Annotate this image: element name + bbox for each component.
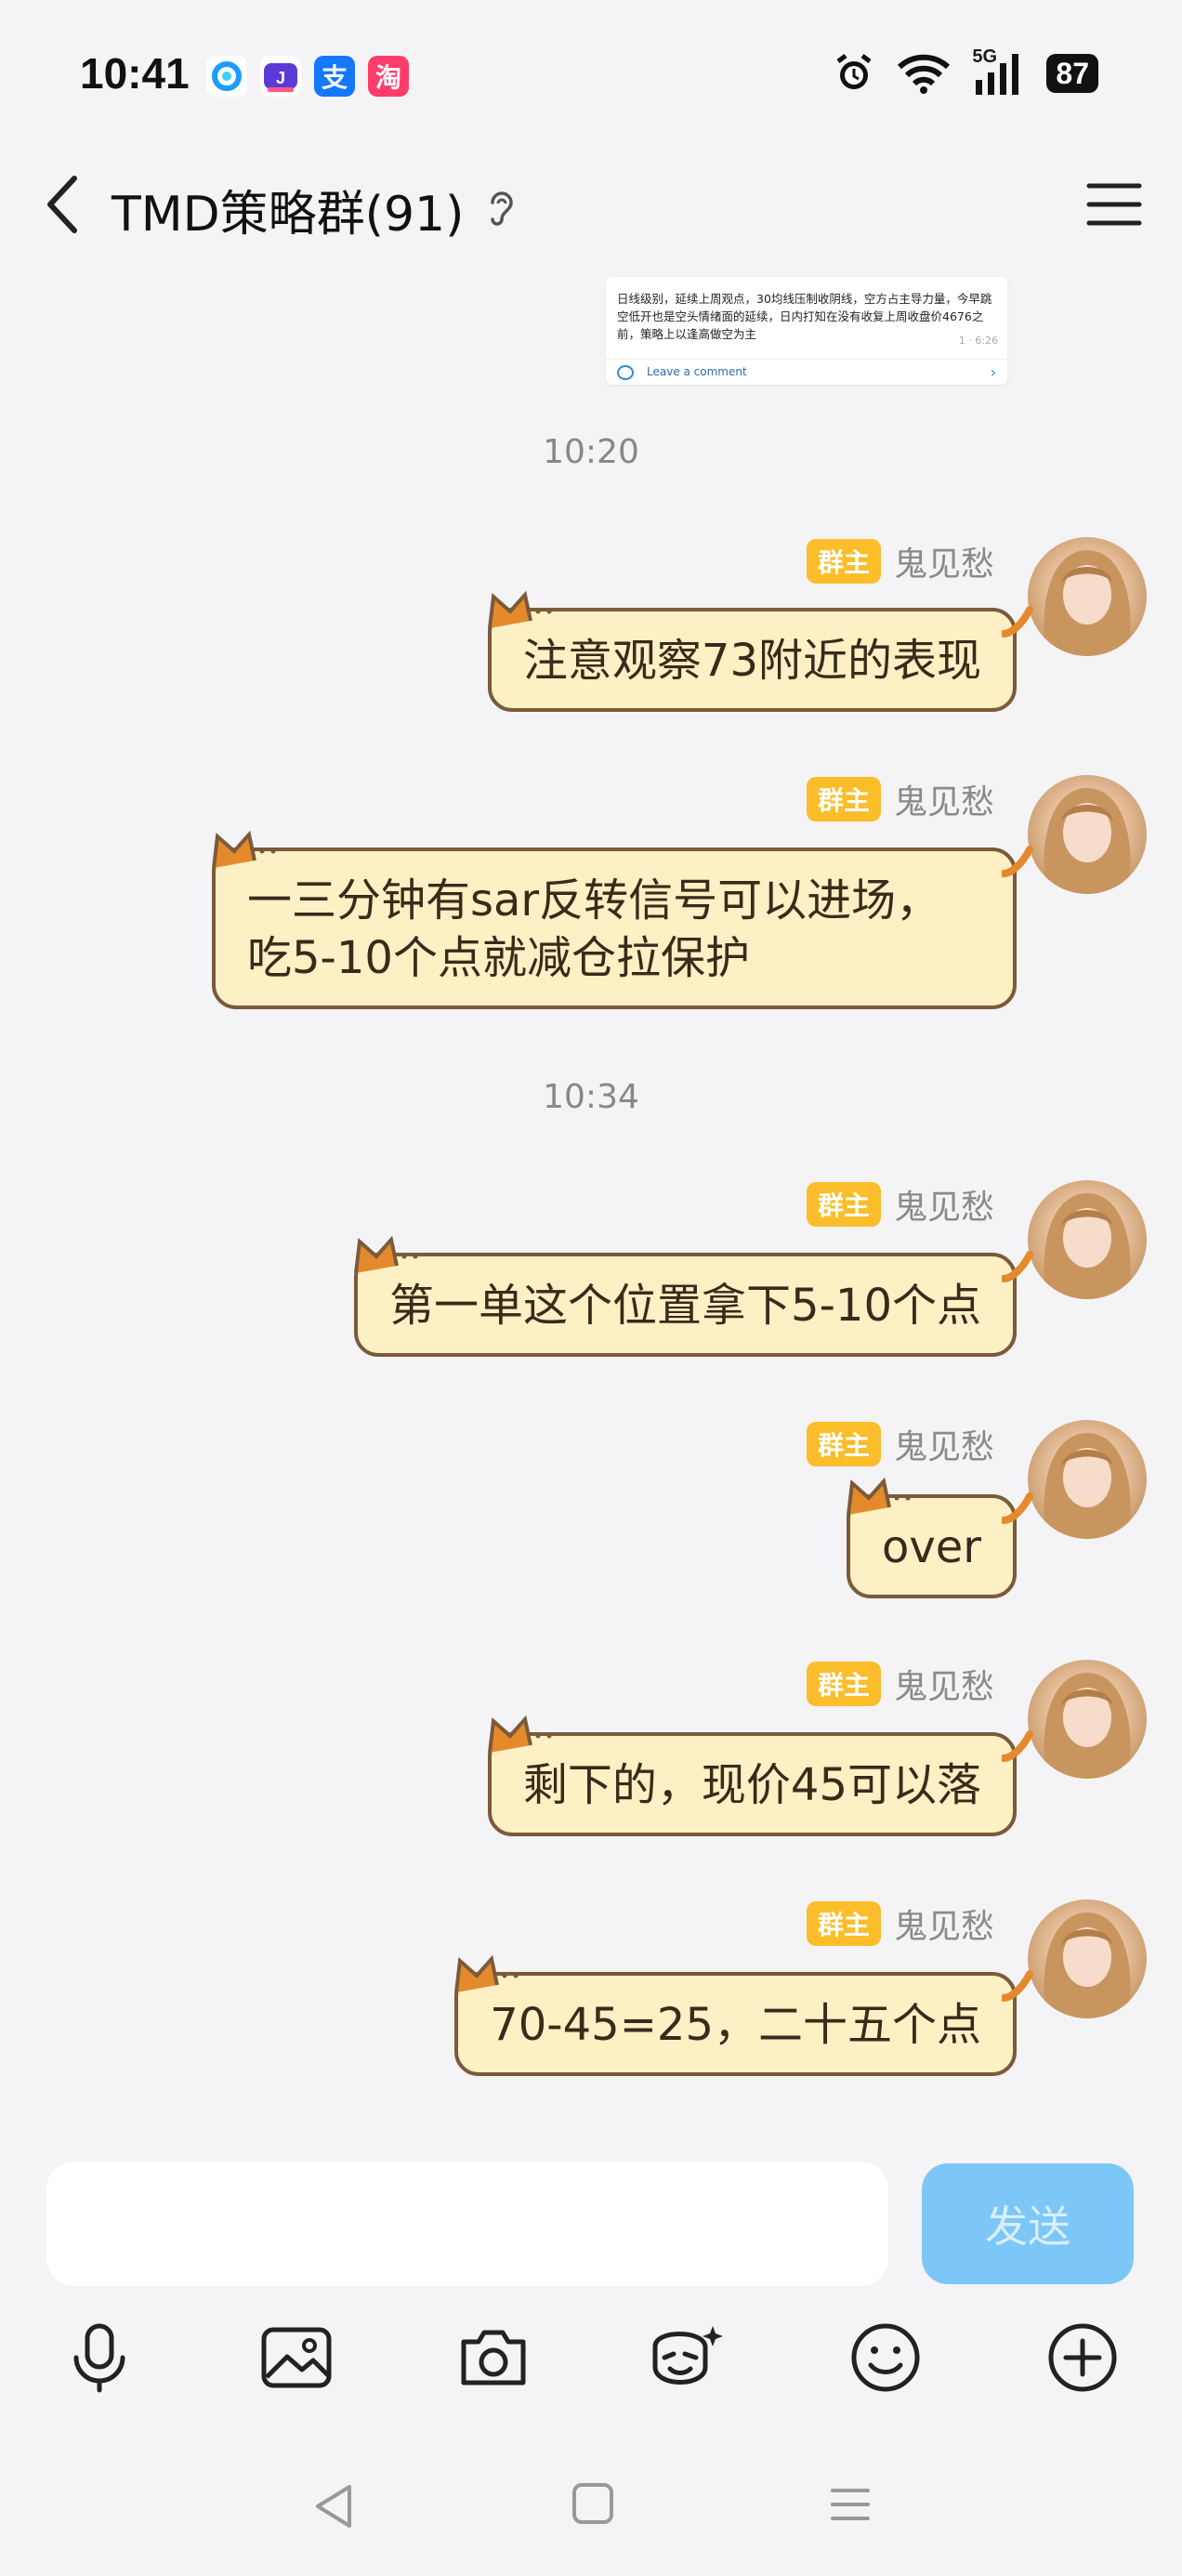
chat-title[interactable]: TMD策略群(91): [112, 175, 464, 244]
message-bubble[interactable]: 一三分钟有sar反转信号可以进场，吃5-10个点就减仓拉保护: [212, 830, 1033, 1009]
avatar[interactable]: [1028, 1899, 1147, 2018]
microphone-icon[interactable]: [58, 2316, 141, 2399]
chevron-right-icon: ›: [990, 363, 996, 381]
back-button[interactable]: [35, 167, 91, 242]
comment-icon: [617, 365, 634, 380]
sender-info: 群主 鬼见愁: [806, 537, 994, 585]
cat-ears-icon: [212, 830, 276, 869]
message-bubble[interactable]: over: [846, 1477, 1033, 1598]
ear-icon[interactable]: [483, 184, 520, 230]
sender-info: 群主 鬼见愁: [806, 1420, 994, 1468]
image-icon[interactable]: [255, 2316, 338, 2399]
app-icon: J: [260, 56, 301, 97]
network-type: 5G: [972, 46, 998, 67]
status-bar: 10:41 J 支 淘 5G 87: [0, 0, 1182, 139]
status-indicators: 5G 87: [833, 46, 1098, 97]
message-text: over: [881, 1521, 981, 1573]
timestamp: 10:34: [543, 1078, 639, 1116]
status-time: 10:41: [80, 49, 190, 98]
message-bubble[interactable]: 70-45=25，二十五个点: [454, 1954, 1033, 2076]
cat-ears-icon: [846, 1477, 911, 1516]
chat-header: TMD策略群(91): [0, 149, 1182, 260]
sender-name[interactable]: 鬼见愁: [894, 1899, 994, 1948]
signal-indicator: 5G: [972, 46, 1026, 97]
leave-comment-link[interactable]: Leave a comment ›: [606, 359, 1007, 385]
system-navigation-bar: [0, 2453, 1182, 2556]
emoji-icon[interactable]: [844, 2316, 927, 2399]
sender-info: 群主 鬼见愁: [806, 1660, 994, 1708]
more-menu-button[interactable]: [1084, 177, 1145, 232]
nav-home-icon[interactable]: [571, 2481, 615, 2526]
role-badge: 群主: [806, 1422, 881, 1466]
message-input[interactable]: [46, 2162, 888, 2286]
timestamp: 10:20: [543, 433, 639, 471]
camera-icon[interactable]: [452, 2316, 535, 2399]
taobao-icon: 淘: [368, 56, 409, 97]
plus-icon[interactable]: [1041, 2316, 1124, 2399]
message-text: 注意观察73附近的表现: [522, 635, 981, 687]
message-text: 剩下的，现价45可以落: [522, 1759, 981, 1811]
sender-name[interactable]: 鬼见愁: [894, 1180, 994, 1229]
avatar[interactable]: [1028, 1180, 1147, 1299]
cat-ears-icon: [454, 1954, 519, 1993]
role-badge: 群主: [806, 1901, 881, 1946]
card-body-text: 日线级别，延续上周观点，30均线压制收阴线，空方占主导力量，今早跳空低开也是空头…: [617, 292, 992, 341]
leave-comment-label: Leave a comment: [647, 365, 747, 378]
message-text: 第一单这个位置拿下5-10个点: [389, 1280, 981, 1332]
cat-tail-icon: [1002, 606, 1033, 637]
cat-tail-icon: [1002, 846, 1033, 877]
hamburger-menu-icon: [1086, 183, 1142, 226]
message-text: 70-45=25，二十五个点: [490, 1999, 981, 2051]
sender-name[interactable]: 鬼见愁: [894, 1420, 994, 1468]
avatar[interactable]: [1028, 537, 1147, 656]
sender-name[interactable]: 鬼见愁: [894, 537, 994, 585]
card-meta: 1 · 6:26: [958, 335, 998, 347]
sender-name[interactable]: 鬼见愁: [894, 775, 994, 823]
alarm-icon: [836, 54, 872, 89]
qq-browser-icon: [206, 56, 247, 97]
role-badge: 群主: [806, 1662, 881, 1706]
cat-tail-icon: [1002, 1970, 1033, 2002]
composer-toolbar: [0, 2316, 1182, 2418]
message-bubble[interactable]: 注意观察73附近的表现: [487, 590, 1033, 712]
cat-tail-icon: [1002, 1492, 1033, 1524]
nav-recents-icon[interactable]: [829, 2483, 872, 2526]
cat-ears-icon: [354, 1235, 418, 1274]
message-text: 一三分钟有sar反转信号可以进场，吃5-10个点就减仓拉保护: [247, 874, 941, 984]
battery-level: 87: [1056, 56, 1089, 90]
sender-info: 群主 鬼见愁: [806, 1180, 994, 1229]
forwarded-article-card[interactable]: 日线级别，延续上周观点，30均线压制收阴线，空方占主导力量，今早跳空低开也是空头…: [606, 277, 1007, 385]
notification-icons: J 支 淘: [206, 56, 409, 97]
svg-text:J: J: [276, 69, 285, 87]
avatar[interactable]: [1028, 1660, 1147, 1779]
role-badge: 群主: [806, 539, 881, 584]
sender-name[interactable]: 鬼见愁: [894, 1660, 994, 1708]
role-badge: 群主: [806, 777, 881, 821]
chevron-left-icon: [47, 176, 77, 233]
cat-tail-icon: [1002, 1730, 1033, 1762]
avatar[interactable]: [1028, 1420, 1147, 1539]
role-badge: 群主: [806, 1182, 881, 1227]
sticker-icon[interactable]: [645, 2316, 729, 2399]
nav-back-icon[interactable]: [310, 2481, 357, 2531]
cat-ears-icon: [487, 590, 552, 629]
sender-info: 群主 鬼见愁: [806, 1899, 994, 1948]
card-header-strip: [606, 277, 1007, 286]
message-bubble[interactable]: 剩下的，现价45可以落: [487, 1715, 1033, 1836]
cat-tail-icon: [1002, 1251, 1033, 1282]
wifi-icon: [898, 54, 951, 94]
alipay-icon: 支: [314, 56, 355, 97]
avatar[interactable]: [1028, 775, 1147, 894]
message-bubble[interactable]: 第一单这个位置拿下5-10个点: [354, 1235, 1033, 1357]
sender-info: 群主 鬼见愁: [806, 775, 994, 823]
send-button[interactable]: 发送: [922, 2163, 1134, 2284]
battery-indicator: 87: [1046, 54, 1098, 93]
cat-ears-icon: [487, 1715, 552, 1754]
